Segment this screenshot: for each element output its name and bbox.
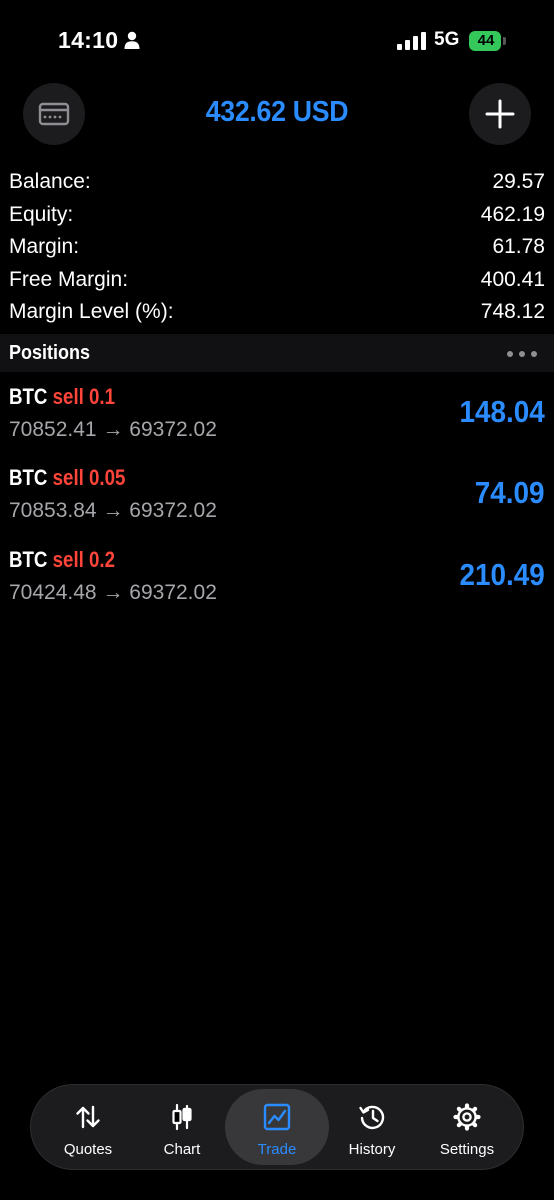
position-profit: 74.09 [475,475,545,510]
tab-history[interactable]: History [320,1089,424,1165]
tab-label: History [348,1141,396,1158]
trade-icon [263,1103,291,1131]
positions-title: Positions [9,342,91,364]
summary-label: Equity: [9,202,74,226]
tab-trade[interactable]: Trade [225,1089,329,1165]
chart-icon [172,1103,192,1131]
position-type: sell 0.2 [52,547,116,572]
plus-icon [485,99,515,129]
arrow-icon: → [102,418,124,441]
arrow-icon: → [102,499,124,522]
arrow-icon: → [102,581,124,604]
tab-bar: Quotes Chart Trade History Settings [30,1084,524,1170]
summary-value: 400.41 [480,267,545,291]
tab-label: Quotes [63,1141,113,1158]
summary-label: Margin: [9,235,80,258]
tab-label: Trade [257,1141,297,1158]
position-row[interactable]: BTC sell 0.05 70853.84 → 69372.02 74.09 [0,463,554,543]
current-price: 69372.02 [129,418,217,441]
position-prices: 70852.41 → 69372.02 [9,418,217,442]
position-title: BTC sell 0.1 [9,384,115,410]
position-type: sell 0.05 [52,465,126,490]
summary-row-free-margin: Free Margin: 400.41 [0,264,554,297]
summary-label: Margin Level (%): [9,300,174,323]
position-prices: 70424.48 → 69372.02 [9,581,217,605]
signal-icon [397,32,426,50]
new-order-button[interactable] [469,83,531,145]
position-title: BTC sell 0.2 [9,547,115,573]
open-price: 70853.84 [9,499,97,522]
person-icon [124,31,140,49]
tab-quotes[interactable]: Quotes [36,1089,140,1165]
history-icon [359,1105,385,1130]
position-prices: 70853.84 → 69372.02 [9,499,217,523]
summary-row-balance: Balance: 29.57 [0,166,554,199]
summary-row-margin-level: Margin Level (%): 748.12 [0,296,554,329]
position-row[interactable]: BTC sell 0.1 70852.41 → 69372.02 148.04 [0,382,554,462]
battery-level: 44 [477,32,495,49]
position-symbol: BTC [9,465,48,490]
more-icon[interactable] [506,350,538,358]
battery-icon: 44 [469,31,509,51]
summary-value: 748.12 [480,300,545,323]
network-label: 5G [434,29,460,50]
position-symbol: BTC [9,384,48,409]
account-summary: Balance: 29.57 Equity: 462.19 Margin: 61… [0,166,554,329]
positions-section-header: Positions [0,334,554,372]
tab-label: Chart [163,1141,201,1158]
summary-value: 462.19 [480,202,545,226]
current-price: 69372.02 [129,499,217,522]
status-time: 14:10 [58,27,119,53]
open-price: 70424.48 [9,581,97,604]
position-row[interactable]: BTC sell 0.2 70424.48 → 69372.02 210.49 [0,545,554,625]
position-type: sell 0.1 [52,384,116,409]
summary-label: Balance: [9,170,91,193]
quotes-icon [76,1105,100,1129]
current-price: 69372.02 [129,581,217,604]
tab-label: Settings [439,1141,495,1158]
summary-value: 61.78 [492,235,545,258]
position-symbol: BTC [9,547,48,572]
summary-row-equity: Equity: 462.19 [0,199,554,232]
position-title: BTC sell 0.05 [9,465,125,491]
tab-settings[interactable]: Settings [415,1089,519,1165]
summary-row-margin: Margin: 61.78 [0,231,554,264]
tab-chart[interactable]: Chart [130,1089,234,1165]
position-profit: 148.04 [459,394,545,429]
open-price: 70852.41 [9,418,97,441]
summary-value: 29.57 [492,170,545,193]
status-bar: 14:10 5G 44 [0,0,554,80]
settings-icon [453,1103,481,1131]
account-equity-title: 432.62 USD [205,96,349,128]
position-profit: 210.49 [459,557,545,592]
summary-label: Free Margin: [9,267,129,291]
